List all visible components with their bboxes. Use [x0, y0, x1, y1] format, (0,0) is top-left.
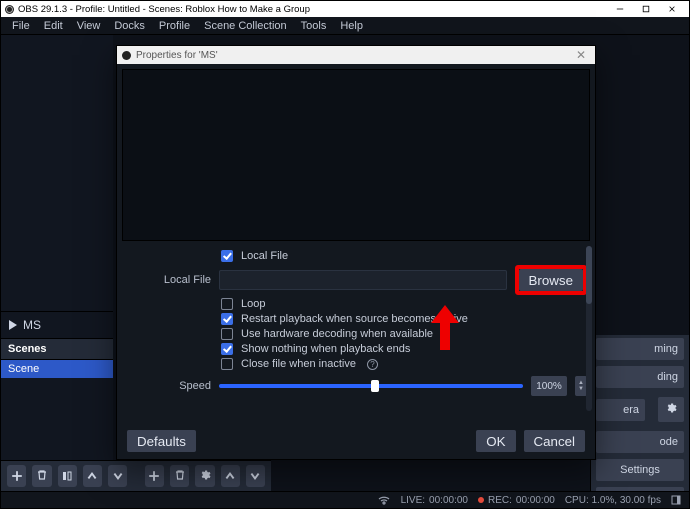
- status-rec: REC: 00:00:00: [478, 495, 555, 506]
- menu-help[interactable]: Help: [333, 18, 370, 34]
- menu-view[interactable]: View: [70, 18, 108, 34]
- show-nothing-checkbox[interactable]: [221, 343, 233, 355]
- speed-value: 100%: [531, 376, 567, 396]
- minimize-button[interactable]: [607, 2, 633, 16]
- current-source[interactable]: MS: [1, 312, 113, 338]
- source-properties[interactable]: [195, 465, 214, 487]
- menu-scene-collection[interactable]: Scene Collection: [197, 18, 294, 34]
- restart-checkbox[interactable]: [221, 313, 233, 325]
- dialog-title: Properties for 'MS': [136, 50, 218, 61]
- controls-era[interactable]: era: [596, 399, 645, 421]
- browse-button[interactable]: Browse: [519, 269, 583, 291]
- source-move-down[interactable]: [246, 465, 265, 487]
- restart-label: Restart playback when source becomes act…: [241, 313, 468, 325]
- show-nothing-label: Show nothing when playback ends: [241, 343, 410, 355]
- left-column: MS Scenes Scene: [1, 35, 113, 508]
- menu-profile[interactable]: Profile: [152, 18, 197, 34]
- close-button[interactable]: [659, 2, 685, 16]
- menubar: File Edit View Docks Profile Scene Colle…: [1, 17, 689, 35]
- gear-icon: [199, 469, 211, 484]
- controls-settings[interactable]: Settings: [596, 459, 684, 481]
- current-source-name: MS: [23, 318, 41, 332]
- app-icon: [5, 5, 14, 14]
- browse-highlight: Browse: [515, 265, 587, 295]
- hwdecode-label: Use hardware decoding when available: [241, 328, 433, 340]
- dialog-titlebar: Properties for 'MS' ✕: [117, 46, 595, 64]
- local-file-checkbox[interactable]: [221, 250, 233, 262]
- live-time: 00:00:00: [429, 495, 468, 506]
- rec-label: REC:: [488, 495, 512, 506]
- status-bar: LIVE: 00:00:00 REC: 00:00:00 CPU: 1.0%, …: [1, 491, 689, 508]
- status-live: LIVE: 00:00:00: [401, 495, 468, 506]
- controls-ming[interactable]: ming: [596, 338, 684, 360]
- record-icon: [478, 497, 484, 503]
- close-inactive-label: Close file when inactive: [241, 358, 356, 370]
- local-file-label: Local File: [125, 274, 211, 286]
- cancel-button[interactable]: Cancel: [524, 430, 586, 452]
- status-cpu: CPU: 1.0%, 30.00 fps: [565, 495, 661, 506]
- controls-ding[interactable]: ding: [596, 366, 684, 388]
- maximize-button[interactable]: [633, 2, 659, 16]
- source-delete[interactable]: [170, 465, 189, 487]
- gear-icon: [665, 402, 677, 417]
- dialog-form: Local File Local File Browse Loop Restar…: [117, 241, 595, 423]
- scenes-header: Scenes: [1, 338, 113, 360]
- app-window: OBS 29.1.3 - Profile: Untitled - Scenes:…: [0, 0, 690, 509]
- chevron-down-icon: ▼: [578, 386, 584, 392]
- controls-gear[interactable]: [658, 397, 684, 422]
- dialog-scrollbar[interactable]: [586, 246, 592, 411]
- source-add[interactable]: [145, 465, 164, 487]
- app-icon: [122, 51, 131, 60]
- source-preview: [122, 69, 590, 241]
- ok-button[interactable]: OK: [476, 430, 515, 452]
- play-icon: [9, 320, 17, 330]
- speed-slider[interactable]: [219, 384, 523, 388]
- menu-tools[interactable]: Tools: [294, 18, 334, 34]
- rec-time: 00:00:00: [516, 495, 555, 506]
- controls-dock: ming ding era ode Settings Exit: [590, 335, 689, 491]
- loop-checkbox[interactable]: [221, 298, 233, 310]
- scene-source-toolbar: [1, 460, 271, 491]
- loop-label: Loop: [241, 298, 265, 310]
- menu-edit[interactable]: Edit: [37, 18, 70, 34]
- hwdecode-checkbox[interactable]: [221, 328, 233, 340]
- local-file-input[interactable]: [219, 270, 507, 290]
- dialog-footer: Defaults OK Cancel: [117, 423, 595, 459]
- dialog-close-button[interactable]: ✕: [572, 48, 590, 62]
- status-dock-icon[interactable]: [671, 495, 681, 505]
- speed-label: Speed: [125, 380, 211, 392]
- defaults-button[interactable]: Defaults: [127, 430, 196, 452]
- menu-file[interactable]: File: [5, 18, 37, 34]
- scene-add[interactable]: [7, 465, 26, 487]
- window-title: OBS 29.1.3 - Profile: Untitled - Scenes:…: [18, 4, 310, 15]
- titlebar: OBS 29.1.3 - Profile: Untitled - Scenes:…: [1, 1, 689, 17]
- scene-filter[interactable]: [58, 465, 77, 487]
- trash-icon: [174, 469, 186, 484]
- trash-icon: [36, 469, 48, 484]
- source-move-up[interactable]: [221, 465, 240, 487]
- status-network-icon: [377, 495, 391, 505]
- controls-ode[interactable]: ode: [596, 431, 684, 453]
- help-icon[interactable]: ?: [367, 359, 378, 370]
- properties-dialog: Properties for 'MS' ✕ Local File Local F…: [116, 45, 596, 460]
- menu-docks[interactable]: Docks: [107, 18, 152, 34]
- close-inactive-checkbox[interactable]: [221, 358, 233, 370]
- scene-delete[interactable]: [32, 465, 51, 487]
- scene-move-up[interactable]: [83, 465, 102, 487]
- live-label: LIVE:: [401, 495, 425, 506]
- scene-move-down[interactable]: [108, 465, 127, 487]
- local-file-check-label: Local File: [241, 250, 288, 262]
- scene-item[interactable]: Scene: [1, 360, 113, 378]
